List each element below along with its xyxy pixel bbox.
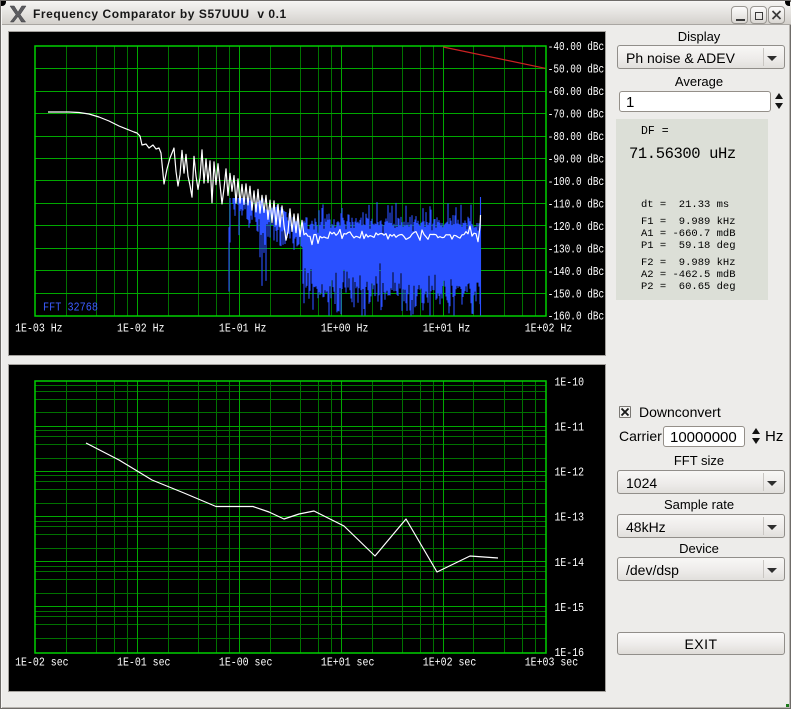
svg-text:-120.0 dBc: -120.0 dBc	[548, 220, 605, 234]
svg-text:1E-01 sec: 1E-01 sec	[117, 656, 171, 670]
svg-text:1E+02 sec: 1E+02 sec	[423, 656, 477, 670]
svg-text:1E-13: 1E-13	[555, 511, 585, 525]
svg-text:1E+01 Hz: 1E+01 Hz	[423, 322, 471, 336]
svg-text:-130.0 dBc: -130.0 dBc	[548, 242, 605, 256]
svg-text:-40.00 dBc: -40.00 dBc	[548, 40, 605, 54]
svg-text:1E-10: 1E-10	[555, 375, 585, 389]
svg-text:-70.00 dBc: -70.00 dBc	[548, 108, 605, 122]
svg-text:1E-11: 1E-11	[555, 421, 585, 435]
svg-text:1E-01 Hz: 1E-01 Hz	[219, 322, 267, 336]
svg-text:-50.00 dBc: -50.00 dBc	[548, 63, 605, 77]
svg-text:1E-02 Hz: 1E-02 Hz	[117, 322, 165, 336]
svg-text:1E-03 Hz: 1E-03 Hz	[15, 322, 63, 336]
svg-text:1E-02 sec: 1E-02 sec	[15, 656, 69, 670]
svg-text:1E-15: 1E-15	[555, 601, 585, 615]
svg-text:-60.00 dBc: -60.00 dBc	[548, 85, 605, 99]
svg-text:-150.0 dBc: -150.0 dBc	[548, 287, 605, 301]
svg-text:-80.00 dBc: -80.00 dBc	[548, 130, 605, 144]
svg-text:1E+02 Hz: 1E+02 Hz	[525, 322, 573, 336]
svg-text:-110.0 dBc: -110.0 dBc	[548, 197, 605, 211]
svg-text:1E+01 sec: 1E+01 sec	[321, 656, 375, 670]
svg-text:1E-12: 1E-12	[555, 466, 585, 480]
svg-text:1E-14: 1E-14	[555, 556, 585, 570]
svg-text:FFT 32768: FFT 32768	[43, 301, 98, 315]
svg-text:1E-00 sec: 1E-00 sec	[219, 656, 273, 670]
svg-text:1E+03 sec: 1E+03 sec	[525, 656, 579, 670]
svg-text:1E+00 Hz: 1E+00 Hz	[321, 322, 369, 336]
svg-text:-90.00 dBc: -90.00 dBc	[548, 153, 605, 167]
svg-text:-100.0 dBc: -100.0 dBc	[548, 175, 605, 189]
svg-text:-140.0 dBc: -140.0 dBc	[548, 265, 605, 279]
